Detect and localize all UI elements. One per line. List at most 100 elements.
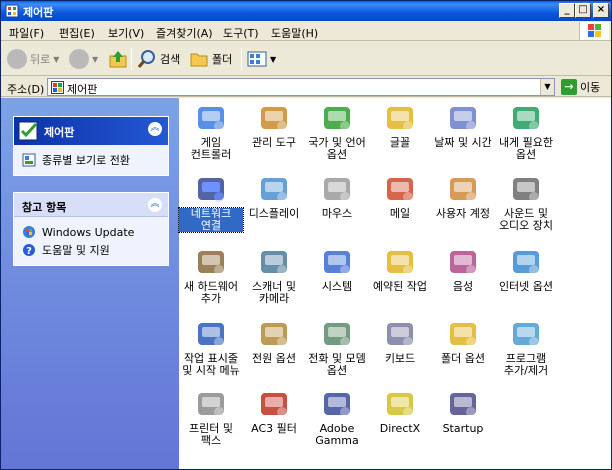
windows-flag-icon xyxy=(588,24,601,37)
item-label: 인터넷 옵션 xyxy=(498,280,554,293)
control-panel-items: 게임 컨트롤러 관리 도구 국가 및 언어 옵션 글꼴 날짜 및 시간 내게 필요한 옵션… xyxy=(178,98,611,469)
item-label: 네트워크 연결 xyxy=(178,207,244,233)
control-panel-item[interactable]: 예약된 작업 xyxy=(368,246,432,293)
address-dropdown-button[interactable]: ▼ xyxy=(540,79,554,95)
control-panel-item[interactable]: 네트워크 연결 xyxy=(178,173,244,233)
control-panel-item[interactable]: Adobe Gamma xyxy=(305,388,369,447)
collapse-chevron-icon[interactable]: ︽ xyxy=(148,198,162,212)
menu-view[interactable]: 보기(V) xyxy=(108,25,144,41)
control-panel-item[interactable]: 시스템 xyxy=(305,246,369,293)
control-panel-item[interactable]: 작업 표시줄 및 시작 메뉴 xyxy=(179,318,243,377)
control-panel-item[interactable]: 날짜 및 시간 xyxy=(431,102,495,149)
mail-icon xyxy=(387,178,413,202)
menu-favorites[interactable]: 즐겨찾기(A) xyxy=(156,25,213,41)
control-panel-item[interactable]: 프린터 및 팩스 xyxy=(179,388,243,447)
speech-icon xyxy=(450,251,476,275)
item-label: 내게 필요한 옵션 xyxy=(498,136,554,161)
control-panel-item[interactable]: 디스플레이 xyxy=(242,173,306,220)
directx-icon xyxy=(387,393,413,417)
control-panel-item[interactable]: 인터넷 옵션 xyxy=(494,246,558,293)
control-panel-item[interactable]: 사용자 계정 xyxy=(431,173,495,220)
panel-title: 제어판 xyxy=(44,126,75,139)
switch-to-category-view-link[interactable]: 종류별 보기로 전환 xyxy=(22,151,160,169)
address-input[interactable]: 제어판 ▼ xyxy=(47,78,555,96)
close-button[interactable]: × xyxy=(593,3,609,18)
display-icon xyxy=(261,178,287,202)
search-button[interactable]: 검색 xyxy=(137,48,180,70)
item-label: 디스플레이 xyxy=(248,207,300,220)
item-label: 키보드 xyxy=(384,352,416,365)
control-panel-item[interactable]: 내게 필요한 옵션 xyxy=(494,102,558,161)
see-also-panel: 참고 항목 ︽ Windows Update ? 도움말 및 지원 xyxy=(13,192,169,266)
phone-modem-icon xyxy=(324,323,350,347)
toolbar-separator xyxy=(131,48,132,70)
control-panel-item[interactable]: 메일 xyxy=(368,173,432,220)
control-panel-item[interactable]: 마우스 xyxy=(305,173,369,220)
item-label: 국가 및 언어 옵션 xyxy=(308,136,366,161)
up-folder-button[interactable] xyxy=(108,48,128,70)
item-label: Adobe Gamma xyxy=(315,422,359,447)
help-and-support-link[interactable]: ? 도움말 및 지원 xyxy=(22,241,160,259)
title-bar[interactable]: 제어판 _ □ × xyxy=(1,1,611,21)
windows-update-link[interactable]: Windows Update xyxy=(22,223,160,241)
address-value: 제어판 xyxy=(67,83,98,96)
back-button[interactable]: 뒤로 ▼ xyxy=(7,48,59,70)
power-icon xyxy=(261,323,287,347)
forward-button[interactable]: ▼ xyxy=(69,48,98,70)
control-panel-item[interactable]: 키보드 xyxy=(368,318,432,365)
item-label: 게임 컨트롤러 xyxy=(190,136,232,161)
chevron-down-icon: ▼ xyxy=(270,54,277,64)
collapse-chevron-icon[interactable]: ︽ xyxy=(148,122,162,136)
views-button[interactable]: ▼ xyxy=(247,48,276,70)
control-panel-item[interactable]: 글꼴 xyxy=(368,102,432,149)
folder-icon xyxy=(190,53,208,67)
item-label: AC3 필터 xyxy=(251,422,297,435)
menu-tools[interactable]: 도구(T) xyxy=(223,25,259,41)
forward-arrow-icon xyxy=(69,49,89,69)
item-label: 예약된 작업 xyxy=(372,280,428,293)
panel-body: 종류별 보기로 전환 xyxy=(14,145,168,175)
control-panel-item[interactable]: 사운드 및 오디오 장치 xyxy=(494,173,558,232)
control-panel-item[interactable]: 음성 xyxy=(431,246,495,293)
control-panel-task-panel: 제어판 ︽ 종류별 보기로 전환 xyxy=(13,116,169,176)
accessibility-icon xyxy=(513,107,539,131)
item-label: 작업 표시줄 및 시작 메뉴 xyxy=(182,352,240,377)
folders-button[interactable]: 폴더 xyxy=(189,48,232,70)
control-panel-item[interactable]: 프로그램 추가/제거 xyxy=(494,318,558,377)
panel-header[interactable]: 제어판 ︽ xyxy=(14,117,168,145)
control-panel-item[interactable]: 스캐너 및 카메라 xyxy=(242,246,306,305)
control-panel-icon xyxy=(18,121,38,141)
windows-logo xyxy=(579,22,609,40)
back-arrow-icon xyxy=(7,49,27,69)
menu-help[interactable]: 도움말(H) xyxy=(271,25,318,41)
search-icon xyxy=(137,50,155,68)
item-label: 전원 옵션 xyxy=(252,352,296,365)
control-panel-item[interactable]: 게임 컨트롤러 xyxy=(179,102,243,161)
control-panel-item[interactable]: Startup xyxy=(431,388,495,435)
control-panel-item[interactable]: AC3 필터 xyxy=(242,388,306,435)
up-folder-icon xyxy=(109,51,127,68)
menu-edit[interactable]: 편집(E) xyxy=(59,25,95,41)
maximize-button[interactable]: □ xyxy=(575,3,591,18)
panel-header[interactable]: 참고 항목 ︽ xyxy=(14,193,168,217)
folder-options-icon xyxy=(450,323,476,347)
item-label: 글꼴 xyxy=(389,136,411,149)
content-area: 제어판 ︽ 종류별 보기로 전환 참고 항목 ︽ Windows Update … xyxy=(1,98,611,469)
startup-icon xyxy=(450,393,476,417)
control-panel-item[interactable]: 새 하드웨어 추가 xyxy=(179,246,243,305)
go-button[interactable]: → 이동 xyxy=(561,79,600,95)
minimize-button[interactable]: _ xyxy=(559,3,575,18)
control-panel-item[interactable]: 폴더 옵션 xyxy=(431,318,495,365)
task-pane: 제어판 ︽ 종류별 보기로 전환 참고 항목 ︽ Windows Update … xyxy=(1,98,179,469)
control-panel-item[interactable]: 국가 및 언어 옵션 xyxy=(305,102,369,161)
item-label: 날짜 및 시간 xyxy=(434,136,492,149)
control-panel-item[interactable]: DirectX xyxy=(368,388,432,435)
system-icon xyxy=(324,251,350,275)
views-icon xyxy=(247,51,267,67)
control-panel-item[interactable]: 전화 및 모뎀 옵션 xyxy=(305,318,369,377)
control-panel-window: 제어판 _ □ × 파일(F) 편집(E) 보기(V) 즐겨찾기(A) 도구(T… xyxy=(0,0,612,470)
menu-file[interactable]: 파일(F) xyxy=(9,25,44,41)
control-panel-item[interactable]: 전원 옵션 xyxy=(242,318,306,365)
control-panel-item[interactable]: 관리 도구 xyxy=(242,102,306,149)
item-label: 사운드 및 오디오 장치 xyxy=(498,207,554,232)
